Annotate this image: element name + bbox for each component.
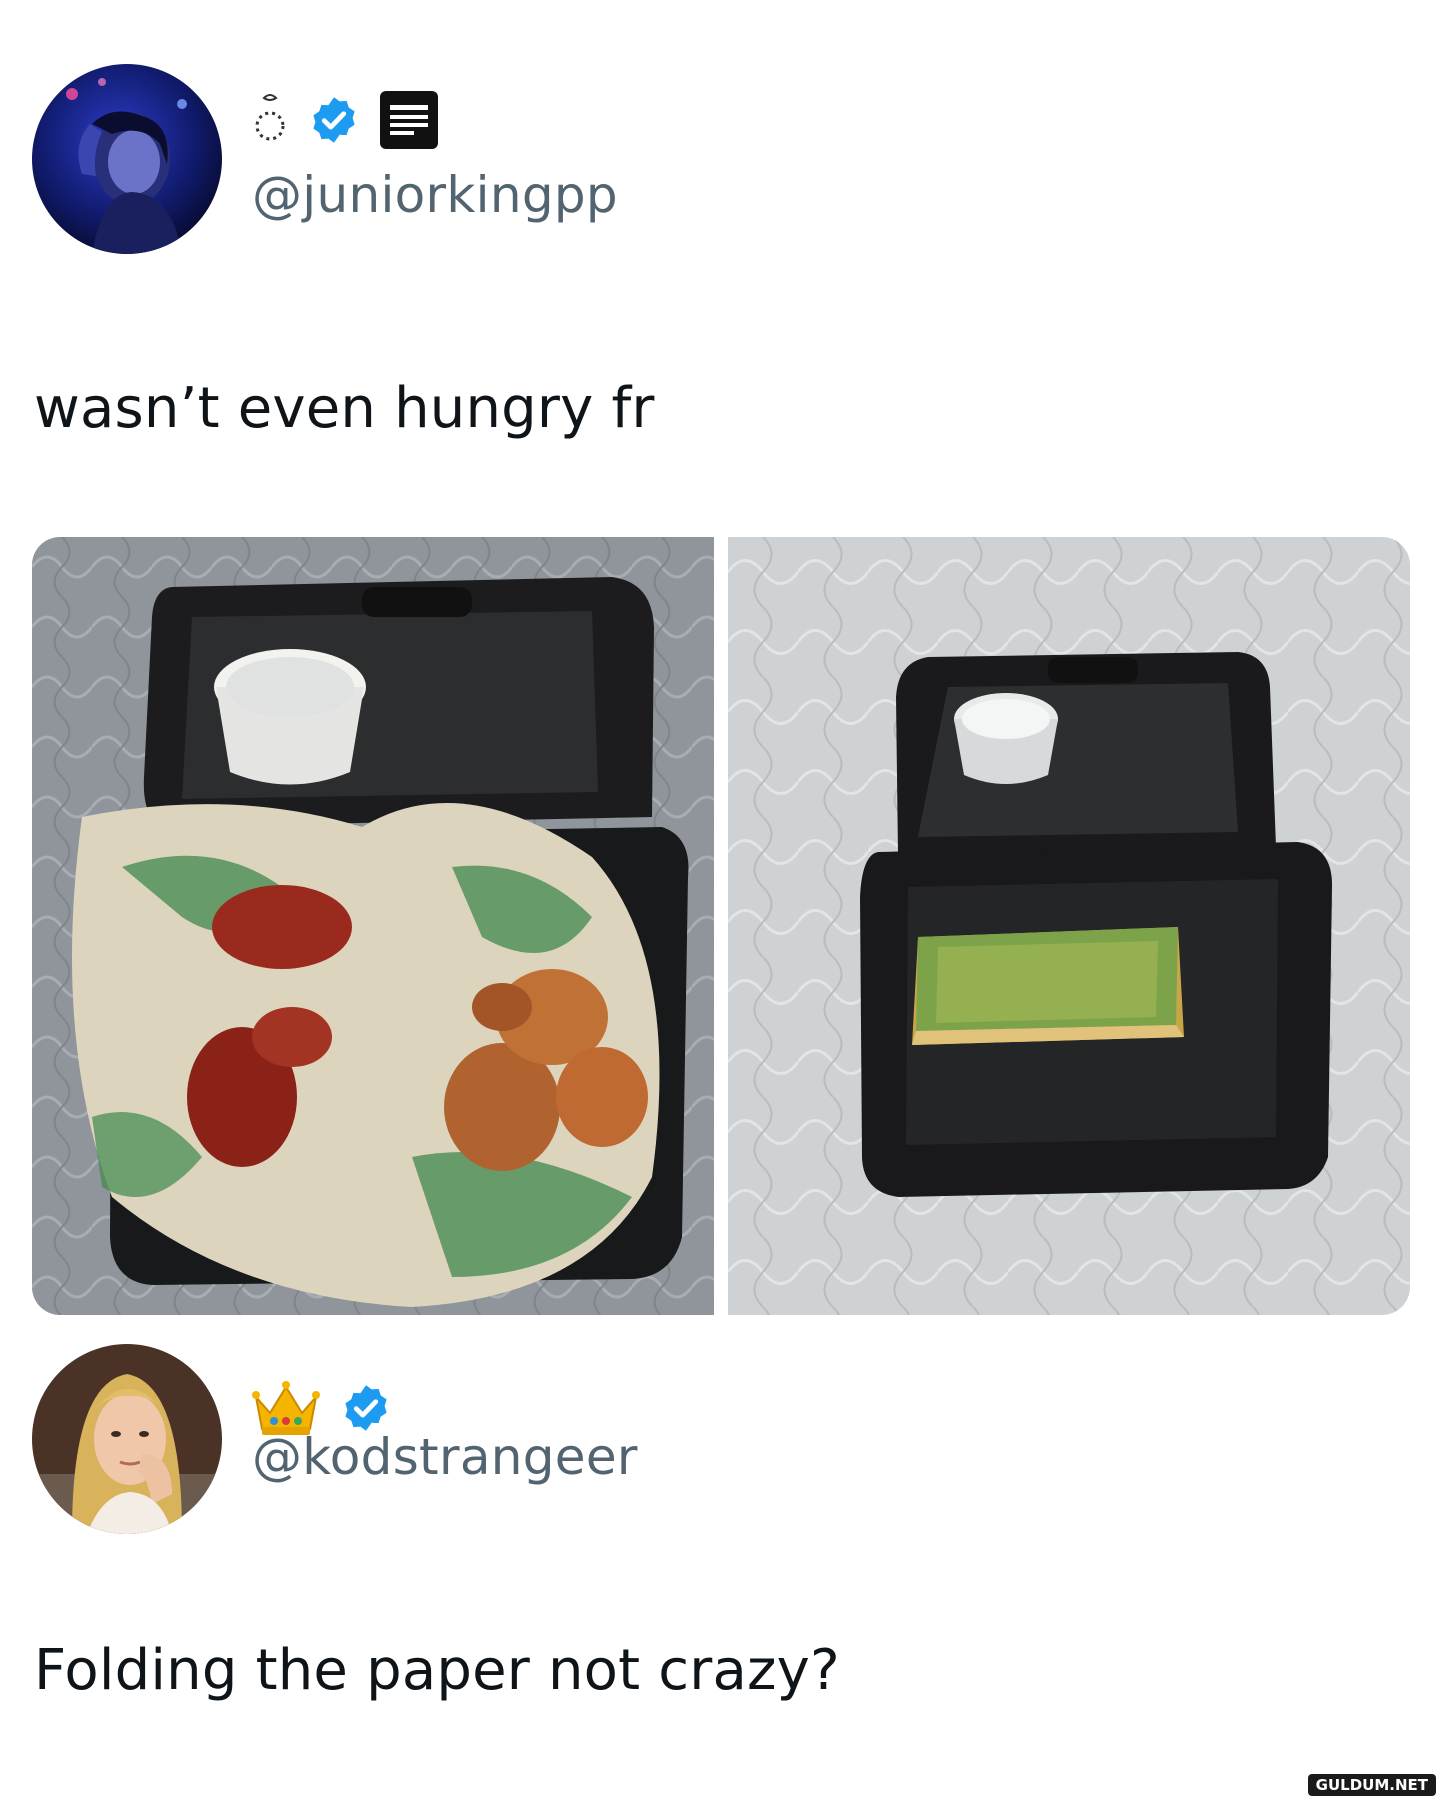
watermark-logo: GULDUM.NET [1307,1774,1436,1796]
tweet-text: Folding the paper not crazy? [34,1638,840,1703]
avatar-image [32,1344,222,1534]
user-badges [250,88,440,152]
verified-badge-icon [345,1385,387,1431]
tweet-media[interactable] [32,537,1410,1315]
user-handle[interactable]: @juniorkingpp [252,166,618,224]
newspaper-icon [380,91,438,149]
tweet-kodstrangeer[interactable]: @kodstrangeer Folding the paper not craz… [0,1320,1440,1798]
avatar-juniorkingpp[interactable] [32,64,222,254]
ring-icon [255,94,285,141]
tweet-juniorkingpp[interactable]: @juniorkingpp wasn’t even hungry fr [0,0,1440,1320]
photo-empty-box[interactable] [728,537,1410,1315]
food-box-empty-image [728,537,1410,1315]
avatar-image [32,64,222,254]
food-box-full-image [32,537,714,1315]
tweet-text: wasn’t even hungry fr [34,376,655,441]
avatar-kodstrangeer[interactable] [32,1344,222,1534]
verified-badge-icon [313,97,355,143]
user-handle[interactable]: @kodstrangeer [252,1428,638,1486]
photo-full-box[interactable] [32,537,714,1315]
